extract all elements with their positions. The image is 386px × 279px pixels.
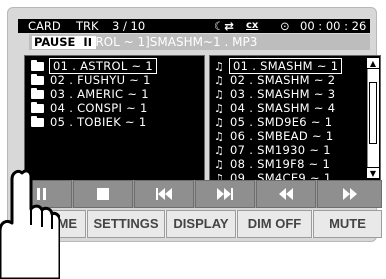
folder-icon [31, 74, 44, 85]
playback-state-text: PAUSE [34, 35, 76, 49]
music-note-icon: ♫ [214, 88, 225, 101]
next-track-icon [217, 188, 233, 200]
file-label: 03 . SMASHM ~ 3 [230, 87, 336, 101]
mute-button[interactable]: MUTE [313, 210, 382, 238]
folder-item[interactable]: 02 . FUSHYU ~ 1 [31, 73, 151, 87]
source-mode: CARD [28, 19, 61, 33]
music-note-icon: ♫ [214, 158, 225, 171]
file-item[interactable]: ♫ 02 . SMASHM ~ 2 [214, 73, 335, 87]
file-label: 08 . SM19F8 ~ 1 [230, 157, 331, 171]
folder-label: 05 . TOBIEK ~ 1 [50, 115, 147, 129]
folder-list[interactable]: 01 . ASTROL ~ 1 02 . FUSHYU ~ 1 03 . AMERI… [24, 55, 205, 183]
file-label: 02 . SMASHM ~ 2 [230, 73, 336, 87]
folder-item[interactable]: 03 . AMERIC ~ 1 [31, 87, 149, 101]
music-note-icon: ♫ [214, 116, 225, 129]
music-note-icon: ♫ [214, 74, 225, 87]
file-label: 07 . SM1930 ~ 1 [230, 143, 331, 157]
stop-icon [97, 188, 109, 200]
file-item[interactable]: ♫ 04 . SMASHM ~ 4 [214, 101, 335, 115]
track-counter: 3 / 10 [112, 19, 146, 33]
folder-label: 04 . CONSPI ~ 1 [50, 101, 148, 115]
scroll-up-icon[interactable]: ▲ [367, 58, 379, 69]
pointing-hand-icon [0, 169, 60, 279]
file-item[interactable]: ♫ 06 . SMBEAD ~ 1 [214, 129, 333, 143]
display-button[interactable]: DISPLAY [166, 210, 236, 238]
folder-label: 03 . AMERIC ~ 1 [50, 87, 149, 101]
equalizer-icon: ☾⇄ [214, 19, 234, 33]
music-note-icon: ♫ [214, 130, 225, 143]
file-item[interactable]: ♫ 08 . SM19F8 ~ 1 [214, 157, 330, 171]
playback-state: PAUSE II [32, 36, 96, 49]
scroll-thumb[interactable] [369, 82, 377, 144]
folder-item[interactable]: 04 . CONSPI ~ 1 [31, 101, 148, 115]
folder-item[interactable]: 05 . TOBIEK ~ 1 [31, 115, 147, 129]
file-item[interactable]: ♫ 01 . SMASHM ~ 1 [214, 58, 343, 74]
music-note-icon: ♫ [214, 60, 225, 73]
fast-forward-button[interactable] [317, 180, 382, 208]
folder-label: 01 . ASTROL ~ 1 [48, 58, 158, 74]
prev-track-icon [156, 188, 172, 200]
track-label: TRK [76, 19, 99, 33]
folder-icon [31, 116, 44, 127]
rewind-button[interactable] [256, 180, 316, 208]
file-label: 06 . SMBEAD ~ 1 [230, 129, 334, 143]
scroll-down-icon[interactable]: ▼ [367, 167, 379, 178]
settings-button[interactable]: SETTINGS [87, 210, 165, 238]
file-label: 05 . SMD9E6 ~ 1 [230, 115, 333, 129]
fast-forward-icon [342, 188, 357, 200]
file-item[interactable]: ♫ 03 . SMASHM ~ 3 [214, 87, 335, 101]
folder-label: 02 . FUSHYU ~ 1 [50, 73, 151, 87]
previous-track-button[interactable] [134, 180, 194, 208]
file-label: 01 . SMASHM ~ 1 [228, 58, 343, 74]
file-path: TROL ~ 1]SMASHM~1 . MP3 [88, 35, 258, 49]
next-track-button[interactable] [195, 180, 255, 208]
repeat-indicator: cx [246, 20, 259, 31]
file-item[interactable]: ♫ 07 . SM1930 ~ 1 [214, 143, 331, 157]
dim-button[interactable]: DIM OFF [237, 210, 312, 238]
clock-icon: ⊙ [280, 19, 290, 33]
elapsed-time: 00 : 00 : 26 [300, 19, 367, 33]
stop-button[interactable] [73, 180, 133, 208]
folder-item[interactable]: 01 . ASTROL ~ 1 [31, 58, 158, 74]
file-label: 04 . SMASHM ~ 4 [230, 101, 336, 115]
folder-icon [31, 88, 44, 99]
music-note-icon: ♫ [214, 144, 225, 157]
file-item[interactable]: ♫ 05 . SMD9E6 ~ 1 [214, 115, 332, 129]
status-bar: CARD TRK 3 / 10 ☾⇄ cx ⊙ 00 : 00 : 26 [18, 19, 370, 33]
rewind-icon [279, 188, 293, 200]
music-note-icon: ♫ [214, 102, 225, 115]
file-list[interactable]: ♫ 01 . SMASHM ~ 1 ♫ 02 . SMASHM ~ 2 ♫ 03 . SM… [209, 55, 381, 183]
folder-icon [31, 102, 44, 113]
open-folder-icon [31, 60, 44, 71]
